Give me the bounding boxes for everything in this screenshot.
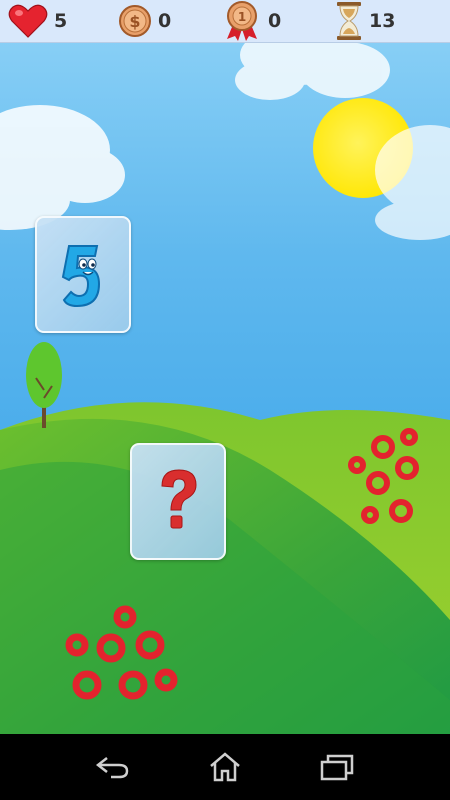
lives-value: 5 [54,10,68,32]
card-hidden[interactable] [130,443,226,560]
back-arrow-icon [95,757,129,779]
number-five-character-icon [61,244,101,307]
system-navigation-bar [0,734,450,800]
svg-text:$: $ [129,12,140,31]
card-revealed[interactable] [35,216,131,333]
hourglass-icon [337,2,361,40]
home-icon [210,752,240,782]
coins-value: 0 [158,10,172,32]
medal-icon: 1 [227,1,257,41]
background-scene [0,0,450,734]
question-mark-icon [161,468,197,528]
coin-icon: $ [119,5,151,37]
medals-counter: 1 0 [222,0,281,42]
medals-value: 0 [268,10,282,32]
home-button[interactable] [197,746,253,788]
lives-counter: 5 [8,0,67,42]
time-value: 13 [369,10,396,32]
status-bar: 5 $ 0 1 0 13 [0,0,450,43]
recent-apps-button[interactable] [309,746,365,788]
back-button[interactable] [85,746,141,788]
heart-icon [8,4,48,38]
svg-text:1: 1 [238,10,246,24]
game-scene [0,0,450,734]
coins-counter: $ 0 [118,0,171,42]
recent-apps-icon [320,754,354,781]
timer-counter: 13 [335,0,395,42]
